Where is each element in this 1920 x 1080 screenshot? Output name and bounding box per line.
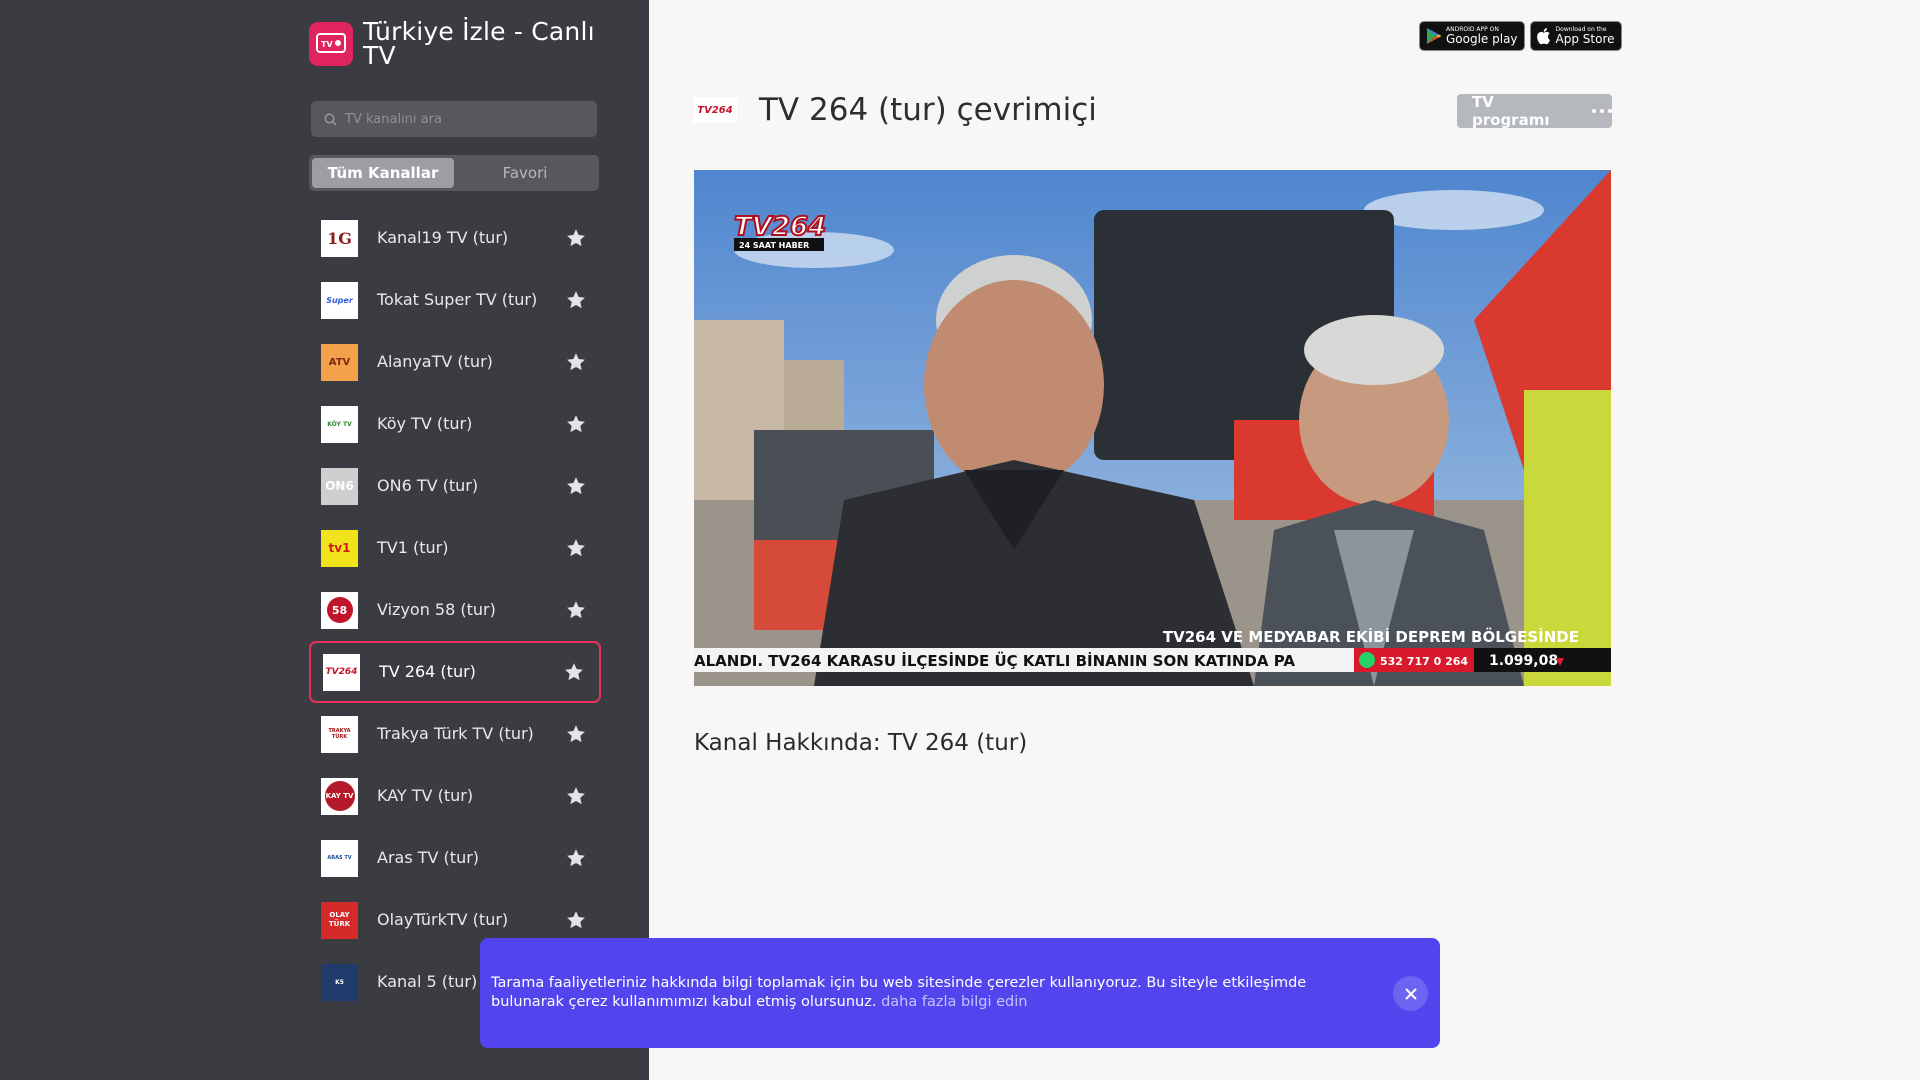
badge-big-text: Google play	[1446, 32, 1518, 46]
list-item[interactable]: tv1 TV1 (tur)	[309, 517, 601, 579]
star-icon[interactable]	[565, 537, 587, 559]
cookie-text: Tarama faaliyetleriniz hakkında bilgi to…	[491, 974, 1311, 1012]
video-headline: TV264 VE MEDYABAR EKİBİ DEPREM BÖLGESİND…	[1163, 627, 1579, 646]
list-item[interactable]: Super Tokat Super TV (tur)	[309, 269, 601, 331]
video-logo: TV264	[734, 212, 826, 242]
channel-logo: 1G	[321, 219, 358, 257]
channel-name: AlanyaTV (tur)	[377, 352, 493, 371]
list-item[interactable]: ATV AlanyaTV (tur)	[309, 331, 601, 393]
video-frame: TV264 24 SAAT HABER TV264 VE MEDYABAR EK…	[694, 170, 1611, 686]
google-play-icon	[1427, 28, 1442, 44]
badge-big-text: App Store	[1555, 32, 1615, 46]
tv-program-label: TV programı	[1472, 93, 1550, 129]
page-header: TV264 TV 264 (tur) çevrimiçi	[693, 92, 1097, 128]
list-item[interactable]: KÖY TV Köy TV (tur)	[309, 393, 601, 455]
list-item[interactable]: TRAKYA TÜRK Trakya Türk TV (tur)	[309, 703, 601, 765]
svg-text:TV: TV	[321, 40, 333, 49]
channel-name: Kanal19 TV (tur)	[377, 228, 509, 247]
channel-name: TV1 (tur)	[377, 538, 449, 557]
channel-tabs: Tüm Kanallar Favori	[309, 155, 599, 191]
channel-logo: TV264	[693, 97, 737, 123]
channel-name: Trakya Türk TV (tur)	[377, 724, 534, 743]
tab-all-channels[interactable]: Tüm Kanallar	[312, 158, 454, 188]
tv-logo-icon: TV	[309, 22, 353, 66]
list-item[interactable]: KAY TV KAY TV (tur)	[309, 765, 601, 827]
star-icon[interactable]	[565, 909, 587, 931]
video-player[interactable]: TV264 24 SAAT HABER TV264 VE MEDYABAR EK…	[694, 170, 1611, 686]
search-icon	[324, 112, 337, 125]
video-phone: 532 717 0 264	[1380, 655, 1468, 668]
list-item[interactable]: 1G Kanal19 TV (tur)	[309, 207, 601, 269]
channel-name: OlayTürkTV (tur)	[377, 910, 509, 929]
search-input[interactable]	[345, 111, 585, 127]
video-ticker: ALANDI. TV264 KARASU İLÇESİNDE ÜÇ KATLI …	[694, 651, 1295, 670]
brand[interactable]: TV Türkiye İzle - Canlı TV	[309, 17, 603, 70]
channel-logo: OLAY TÜRK	[321, 901, 358, 939]
channel-name: Tokat Super TV (tur)	[377, 290, 538, 309]
tab-favorites[interactable]: Favori	[454, 158, 596, 188]
close-button[interactable]	[1393, 976, 1428, 1011]
star-icon[interactable]	[565, 413, 587, 435]
list-item[interactable]: ARAS TV Aras TV (tur)	[309, 827, 601, 889]
app-store-badge[interactable]: Download on the App Store	[1529, 21, 1622, 51]
google-play-badge[interactable]: ANDROID APP ON Google play	[1419, 21, 1525, 51]
list-item[interactable]: KANAL	[309, 195, 601, 207]
list-item[interactable]: ON6 ON6 TV (tur)	[309, 455, 601, 517]
channel-name: ON6 TV (tur)	[377, 476, 479, 495]
star-icon[interactable]	[565, 351, 587, 373]
channel-logo: ON6	[321, 467, 358, 505]
star-icon[interactable]	[565, 847, 587, 869]
channel-logo: TRAKYA TÜRK	[321, 715, 358, 753]
close-icon	[1404, 987, 1417, 1000]
list-item-active[interactable]: TV264 TV 264 (tur)	[309, 641, 601, 703]
channel-logo: ATV	[321, 343, 358, 381]
video-logo-sub: 24 SAAT HABER	[739, 241, 809, 250]
apple-icon	[1536, 28, 1550, 45]
video-price: 1.099,08	[1489, 653, 1558, 669]
search-box[interactable]	[311, 101, 597, 137]
sidebar: TV Türkiye İzle - Canlı TV Tüm Kanallar …	[0, 0, 649, 1080]
channel-name: Köy TV (tur)	[377, 414, 473, 433]
store-badges: ANDROID APP ON Google play Download on t…	[1419, 21, 1622, 51]
cookie-banner: Tarama faaliyetleriniz hakkında bilgi to…	[480, 938, 1440, 1048]
tv-program-button[interactable]: TV programı	[1457, 93, 1612, 129]
star-icon[interactable]	[565, 785, 587, 807]
channel-name: Aras TV (tur)	[377, 848, 480, 867]
star-icon[interactable]	[565, 475, 587, 497]
page-title: TV 264 (tur) çevrimiçi	[759, 92, 1097, 128]
channel-about: Kanal Hakkında: TV 264 (tur)	[694, 730, 1028, 756]
star-icon[interactable]	[565, 599, 587, 621]
star-icon[interactable]	[565, 227, 587, 249]
more-dots-icon	[1592, 109, 1612, 113]
star-icon[interactable]	[565, 289, 587, 311]
channel-logo: KAY TV	[321, 777, 358, 815]
channel-logo: tv1	[321, 529, 358, 567]
site-title: Türkiye İzle - Canlı TV	[363, 17, 595, 70]
channel-name: KAY TV (tur)	[377, 786, 474, 805]
channel-name: TV 264 (tur)	[379, 662, 476, 681]
channel-logo: Super	[321, 281, 358, 319]
channel-name: Vizyon 58 (tur)	[377, 600, 496, 619]
channel-logo: 58	[321, 591, 358, 629]
star-icon[interactable]	[565, 723, 587, 745]
list-item[interactable]: 58 Vizyon 58 (tur)	[309, 579, 601, 641]
cookie-learn-more-link[interactable]: daha fazla bilgi edin	[881, 994, 1027, 1010]
channel-logo: KÖY TV	[321, 405, 358, 443]
star-icon[interactable]	[563, 661, 585, 683]
channel-logo: TV264	[323, 653, 360, 691]
channel-logo: K5	[321, 963, 358, 1001]
channel-logo: ARAS TV	[321, 839, 358, 877]
